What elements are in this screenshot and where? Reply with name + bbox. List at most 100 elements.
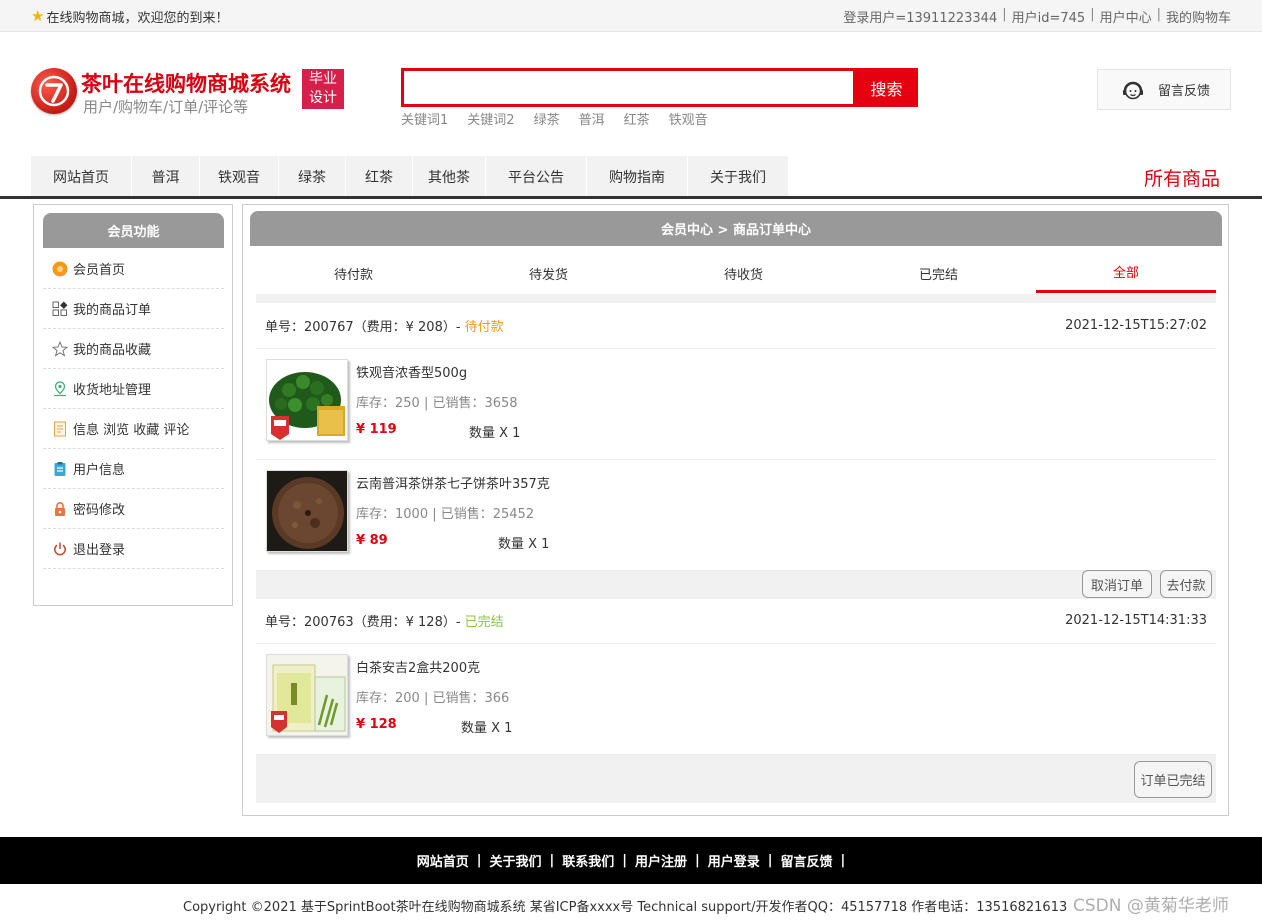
nav-item-green-tea[interactable]: 绿茶 xyxy=(279,156,346,197)
feedback-button[interactable]: 留言反馈 xyxy=(1097,69,1231,110)
footer-separator: | xyxy=(549,853,555,868)
search-button[interactable]: 搜索 xyxy=(855,68,918,107)
nav-item-other-tea[interactable]: 其他茶 xyxy=(413,156,486,197)
order-header: 单号：200767（费用：¥ 208）- 待付款 2021-12-15T15:2… xyxy=(256,303,1216,349)
product-quantity: 数量 X 1 xyxy=(498,537,550,552)
order-number: 单号：200763（费用：¥ 128）- xyxy=(265,615,465,630)
order-completed-button[interactable]: 订单已完结 xyxy=(1134,761,1212,798)
tab-all[interactable]: 全部 xyxy=(1036,253,1216,293)
footer-separator: | xyxy=(622,853,627,868)
nav-item-about-us[interactable]: 关于我们 xyxy=(688,156,789,197)
sidebar-item-address[interactable]: 收货地址管理 xyxy=(43,369,224,409)
home-orange-icon xyxy=(52,261,68,277)
location-pin-icon xyxy=(52,380,68,397)
product-name[interactable]: 云南普洱茶饼茶七子饼茶叶357克 xyxy=(356,473,550,492)
sidebar-item-member-home[interactable]: 会员首页 xyxy=(43,249,224,289)
footer-link-feedback[interactable]: 留言反馈 xyxy=(781,851,833,870)
tab-pending-payment[interactable]: 待付款 xyxy=(256,253,451,293)
welcome-text: 在线购物商城，欢迎您的到来！ xyxy=(46,11,229,26)
user-center-link[interactable]: 用户中心 xyxy=(1100,7,1152,26)
footer-separator: | xyxy=(695,853,700,868)
product-name[interactable]: 白茶安吉2盒共200克 xyxy=(356,657,480,676)
user-links: 登录用户=13911223344 | 用户id=745 | 用户中心 | 我的购… xyxy=(843,7,1231,26)
order-number: 单号：200767（费用：¥ 208）- xyxy=(265,320,465,335)
login-user-label: 登录用户=13911223344 xyxy=(843,11,998,26)
order-product: 铁观音浓香型500g 库存：250 | 已销售：3658 ¥ 119 数量 X … xyxy=(256,349,1216,460)
product-stock: 库存：250 | 已销售：3658 xyxy=(356,396,518,411)
sidebar-item-label: 密码修改 xyxy=(73,503,126,518)
footer-separator: | xyxy=(476,853,482,868)
cart-link[interactable]: 我的购物车 xyxy=(1166,7,1231,26)
badge-line2: 设计 xyxy=(309,90,337,106)
nav-item-announcement[interactable]: 平台公告 xyxy=(486,156,587,197)
footer-link-contact[interactable]: 联系我们 xyxy=(562,851,614,870)
sidebar-item-label: 会员首页 xyxy=(73,263,126,278)
order-number-wrap: 单号：200763（费用：¥ 128）- 已完结 xyxy=(265,611,504,630)
order-center-panel: 会员中心 > 商品订单中心 待付款 待发货 待收货 已完结 全部 单号：2007… xyxy=(242,204,1229,816)
order-actions-bar xyxy=(256,571,1216,599)
sidebar-item-password[interactable]: 密码修改 xyxy=(43,489,224,529)
order-number-wrap: 单号：200767（费用：¥ 208）- 待付款 xyxy=(265,316,504,335)
sidebar-item-favorites[interactable]: 我的商品收藏 xyxy=(43,329,224,369)
search-input[interactable] xyxy=(404,71,853,104)
footer-link-home[interactable]: 网站首页 xyxy=(417,851,469,870)
footer-nav: 网站首页 | 关于我们 | 联系我们 | 用户注册 | 用户登录 | 留言反馈 | xyxy=(0,837,1262,884)
order-product: 云南普洱茶饼茶七子饼茶叶357克 库存：1000 | 已销售：25452 ¥ 8… xyxy=(256,460,1216,571)
product-thumbnail[interactable] xyxy=(266,654,348,736)
order-time: 2021-12-15T14:31:33 xyxy=(1065,613,1207,628)
product-stock: 库存：200 | 已销售：366 xyxy=(356,691,510,706)
hot-keywords: 关键词1 关键词2 绿茶 普洱 红茶 铁观音 xyxy=(401,109,727,128)
product-price: ¥ 119 xyxy=(356,422,397,437)
hot-keyword-link[interactable]: 红茶 xyxy=(624,109,650,128)
nav-item-tieguanyin[interactable]: 铁观音 xyxy=(200,156,279,197)
member-sidebar: 会员功能 会员首页 我的商品订单 我的商品收藏 收货地址管理 信息 浏览 收藏 … xyxy=(33,204,233,606)
pay-button[interactable]: 去付款 xyxy=(1160,570,1212,598)
footer-link-register[interactable]: 用户注册 xyxy=(635,851,687,870)
order-status: 已完结 xyxy=(464,615,504,630)
product-quantity: 数量 X 1 xyxy=(461,721,513,736)
breadcrumb: 会员中心 > 商品订单中心 xyxy=(250,211,1222,246)
customer-service-icon xyxy=(1123,81,1143,99)
hot-keyword-link[interactable]: 关键词2 xyxy=(467,109,514,128)
site-title[interactable]: 茶叶在线购物商城系统 xyxy=(81,68,291,98)
order-product: 白茶安吉2盒共200克 库存：200 | 已销售：366 ¥ 128 数量 X … xyxy=(256,644,1216,755)
site-logo-icon[interactable] xyxy=(31,68,77,114)
sidebar-title: 会员功能 xyxy=(43,213,224,248)
cancel-order-button[interactable]: 取消订单 xyxy=(1082,570,1152,598)
sidebar-menu: 会员首页 我的商品订单 我的商品收藏 收货地址管理 信息 浏览 收藏 评论 用户… xyxy=(43,249,224,569)
sidebar-item-info-browse[interactable]: 信息 浏览 收藏 评论 xyxy=(43,409,224,449)
sidebar-item-label: 我的商品收藏 xyxy=(73,343,152,358)
hot-keyword-link[interactable]: 铁观音 xyxy=(669,109,708,128)
footer-link-login[interactable]: 用户登录 xyxy=(708,851,760,870)
sidebar-item-user-info[interactable]: 用户信息 xyxy=(43,449,224,489)
product-thumbnail[interactable] xyxy=(266,470,348,552)
sidebar-item-my-orders[interactable]: 我的商品订单 xyxy=(43,289,224,329)
hot-keyword-link[interactable]: 绿茶 xyxy=(534,109,560,128)
footer-separator: | xyxy=(767,853,773,868)
tab-pending-shipment[interactable]: 待发货 xyxy=(451,253,646,293)
nav-item-puer[interactable]: 普洱 xyxy=(132,156,200,197)
footer-link-about[interactable]: 关于我们 xyxy=(489,851,541,870)
nav-item-shopping-guide[interactable]: 购物指南 xyxy=(587,156,688,197)
all-goods-link[interactable]: 所有商品 xyxy=(1144,164,1220,191)
star-outline-icon xyxy=(52,340,68,357)
product-price: ¥ 89 xyxy=(356,533,388,548)
lock-icon xyxy=(52,501,68,517)
footer-separator: | xyxy=(840,853,846,868)
sidebar-item-label: 我的商品订单 xyxy=(73,303,152,318)
nav-item-home[interactable]: 网站首页 xyxy=(31,156,132,197)
separator: | xyxy=(1090,7,1095,22)
tab-completed[interactable]: 已完结 xyxy=(841,253,1036,293)
top-bar: ★ 在线购物商城，欢迎您的到来！ 登录用户=13911223344 | 用户id… xyxy=(0,0,1262,32)
product-thumbnail[interactable] xyxy=(266,359,348,441)
nav-item-black-tea[interactable]: 红茶 xyxy=(346,156,413,197)
product-name[interactable]: 铁观音浓香型500g xyxy=(356,362,467,381)
hot-keyword-link[interactable]: 关键词1 xyxy=(401,109,448,128)
sidebar-item-logout[interactable]: 退出登录 xyxy=(43,529,224,569)
welcome-message: ★ 在线购物商城，欢迎您的到来！ xyxy=(31,7,229,27)
search-box xyxy=(401,68,856,107)
tab-pending-receipt[interactable]: 待收货 xyxy=(646,253,841,293)
grid-icon xyxy=(52,301,68,317)
hot-keyword-link[interactable]: 普洱 xyxy=(579,109,605,128)
order-status: 待付款 xyxy=(464,320,504,335)
